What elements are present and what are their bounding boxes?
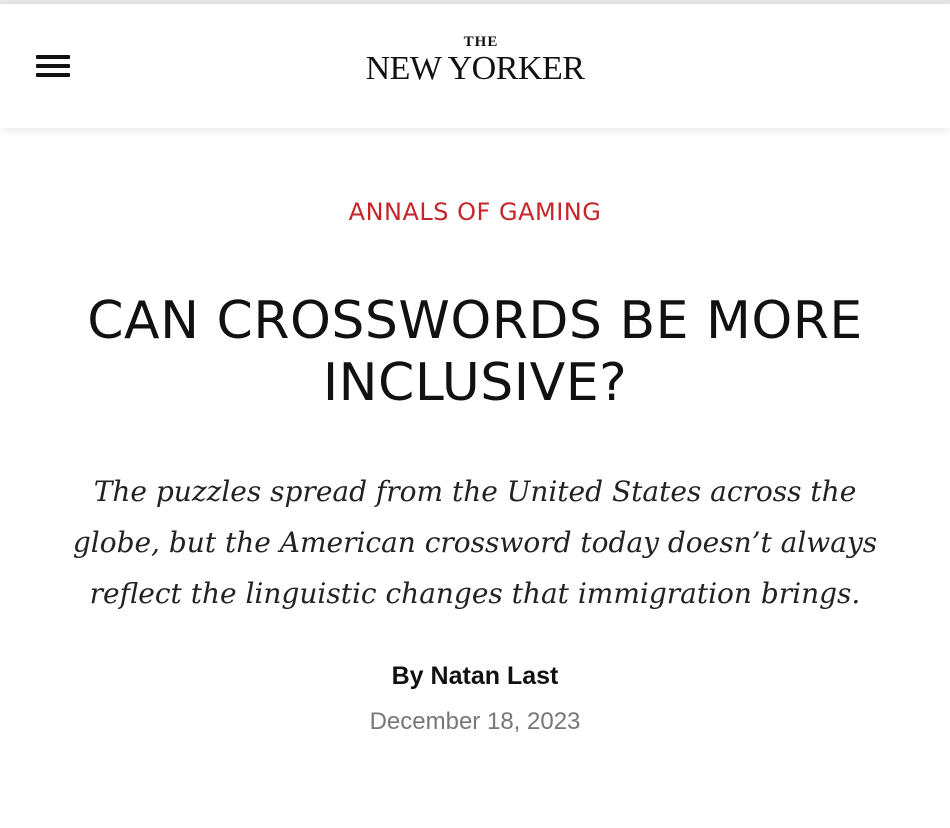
section-rubric-link[interactable]: ANNALS OF GAMING — [0, 198, 950, 226]
byline-prefix: By — [391, 662, 424, 690]
logo-name: NEW YORKER — [365, 50, 585, 87]
site-header: THE NEW YORKER — [0, 4, 950, 128]
article-headline: CAN CROSSWORDS BE MORE INCLUSIVE? — [87, 291, 863, 413]
byline: By Natan Last — [0, 662, 950, 691]
publish-date: December 18, 2023 — [369, 708, 581, 735]
author-link[interactable]: Natan Last — [431, 662, 559, 690]
logo-the: THE — [463, 34, 499, 50]
article-dek: The puzzles spread from the United State… — [72, 475, 878, 610]
site-logo[interactable]: THE NEW YORKER — [0, 34, 950, 88]
